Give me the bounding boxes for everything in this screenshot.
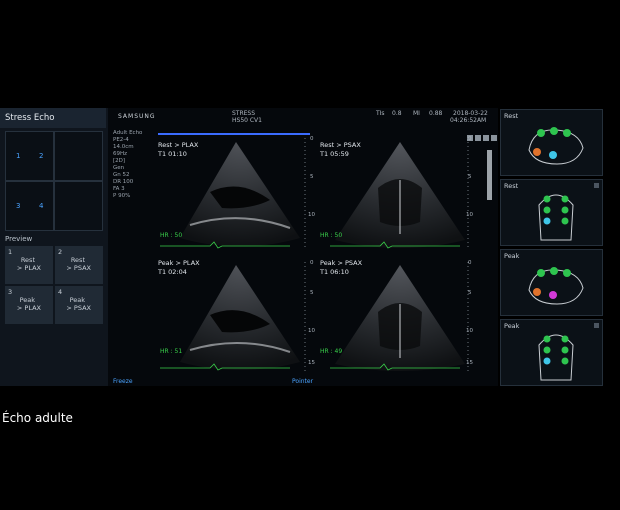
preview-item[interactable]: 4 Peak > PSAX bbox=[55, 286, 103, 324]
layout-quad-1[interactable]: 1 2 bbox=[5, 131, 54, 181]
heart-rate: HR : 50 bbox=[320, 232, 343, 239]
grayscale-bar bbox=[487, 150, 492, 200]
info-line: 14.0cm bbox=[113, 144, 134, 150]
caption: Écho adulte bbox=[2, 411, 73, 425]
exam-type: STRESS bbox=[232, 110, 256, 117]
info-line: P 90% bbox=[113, 193, 131, 199]
system-model: HS50 CV1 bbox=[232, 117, 262, 124]
view-name: Peak > PLAX bbox=[158, 259, 200, 267]
mi-value: 0.88 bbox=[429, 110, 443, 117]
depth-label: 5 bbox=[310, 290, 314, 296]
preview-item-line1: Rest bbox=[70, 256, 85, 264]
view-name: Peak > PSAX bbox=[320, 259, 363, 267]
depth-label: 10 bbox=[308, 212, 315, 218]
view-timer: T1 06:10 bbox=[320, 268, 349, 276]
pointer-button[interactable]: Pointer bbox=[292, 378, 313, 385]
mode-title: Stress Echo bbox=[0, 108, 106, 128]
info-line: PE2-4 bbox=[113, 137, 129, 143]
preview-item-number: 1 bbox=[8, 248, 13, 256]
info-line: [2D] bbox=[113, 158, 126, 164]
info-line: FA 3 bbox=[113, 186, 125, 192]
depth-label: 15 bbox=[466, 360, 473, 366]
view-name: Rest > PLAX bbox=[158, 141, 199, 149]
layout-quad-3[interactable]: 3 4 bbox=[5, 181, 54, 231]
segment-card-title: Rest bbox=[504, 182, 519, 190]
view-label: Peak > PLAX T1 02:04 bbox=[158, 259, 200, 277]
preview-item[interactable]: 2 Rest > PSAX bbox=[55, 246, 103, 284]
segment-card-rest-a4c[interactable]: Rest bbox=[500, 179, 603, 246]
brand-logo: SAMSUNG bbox=[118, 113, 156, 120]
info-line: Gen bbox=[113, 165, 125, 171]
freeze-button[interactable]: Freeze bbox=[113, 378, 133, 385]
view-timer: T1 01:10 bbox=[158, 150, 187, 158]
preview-item-line2: > PSAX bbox=[66, 264, 91, 272]
preview-label: Preview bbox=[5, 235, 33, 243]
preview-item-line1: Peak bbox=[19, 296, 35, 304]
depth-label: 5 bbox=[468, 174, 472, 180]
view-timer: T1 02:04 bbox=[158, 268, 187, 276]
info-line: Adult Echo bbox=[113, 130, 143, 136]
preview-item-line2: > PSAX bbox=[66, 304, 91, 312]
info-line: Gn 52 bbox=[113, 172, 130, 178]
preview-item[interactable]: 3 Peak > PLAX bbox=[5, 286, 53, 324]
preview-item-number: 4 bbox=[58, 288, 63, 296]
info-line: DR 100 bbox=[113, 179, 134, 185]
view-label: Rest > PLAX T1 01:10 bbox=[158, 141, 198, 159]
bullseye-a4c-icon bbox=[538, 194, 574, 241]
view-label: Peak > PSAX T1 06:10 bbox=[320, 259, 362, 277]
depth-label: 5 bbox=[310, 174, 314, 180]
peak-plax-image[interactable] bbox=[180, 265, 300, 370]
preview-item-line1: Rest bbox=[20, 256, 35, 264]
view-label: Rest > PSAX T1 05:59 bbox=[320, 141, 361, 159]
tis-value: 0.8 bbox=[392, 110, 402, 117]
layout-number: 2 bbox=[39, 152, 44, 160]
depth-label: 0 bbox=[468, 260, 472, 266]
bullseye-psax-icon bbox=[528, 267, 584, 305]
segment-card-rest-psax[interactable]: Rest bbox=[500, 109, 603, 176]
layout-number: 1 bbox=[16, 152, 21, 160]
exam-time: 04:26:52AM bbox=[450, 117, 487, 124]
mi-label: MI bbox=[413, 110, 420, 117]
depth-label: 10 bbox=[466, 328, 473, 334]
preview-item-line2: > PLAX bbox=[16, 264, 41, 272]
preview-item-number: 3 bbox=[8, 288, 13, 296]
preview-item-line2: > PLAX bbox=[16, 304, 41, 312]
ultrasound-images[interactable] bbox=[150, 130, 495, 378]
view-timer: T1 05:59 bbox=[320, 150, 349, 158]
depth-label: 0 bbox=[468, 136, 472, 142]
acquisition-info: Adult Echo PE2-4 14.0cm 69Hz [2D] Gen Gn… bbox=[113, 130, 142, 200]
exam-date: 2018-03-22 bbox=[453, 110, 488, 117]
segment-card-peak-psax[interactable]: Peak bbox=[500, 249, 603, 316]
peak-psax-image[interactable] bbox=[335, 265, 465, 371]
layout-number: 3 bbox=[16, 202, 21, 210]
heart-rate: HR : 50 bbox=[160, 232, 183, 239]
depth-label: 10 bbox=[466, 212, 473, 218]
preview-item[interactable]: 1 Rest > PLAX bbox=[5, 246, 53, 284]
depth-label: 15 bbox=[308, 360, 315, 366]
card-menu-icon[interactable] bbox=[594, 323, 599, 328]
depth-label: 5 bbox=[468, 290, 472, 296]
depth-label: 0 bbox=[310, 136, 314, 142]
layout-quad-4[interactable] bbox=[54, 181, 103, 231]
depth-label: 10 bbox=[308, 328, 315, 334]
segment-card-title: Peak bbox=[504, 252, 520, 260]
info-line: 69Hz bbox=[113, 151, 128, 157]
segment-card-peak-a4c[interactable]: Peak bbox=[500, 319, 603, 386]
segment-card-title: Rest bbox=[504, 112, 519, 120]
bullseye-a4c-icon bbox=[538, 334, 574, 381]
layout-quad-2[interactable] bbox=[54, 131, 103, 181]
card-menu-icon[interactable] bbox=[594, 183, 599, 188]
layout-number: 4 bbox=[39, 202, 44, 210]
view-name: Rest > PSAX bbox=[320, 141, 361, 149]
bullseye-psax-icon bbox=[528, 127, 584, 165]
segment-card-title: Peak bbox=[504, 322, 520, 330]
heart-rate: HR : 51 bbox=[160, 348, 183, 355]
depth-label: 0 bbox=[310, 260, 314, 266]
tis-label: TIs bbox=[376, 110, 385, 117]
preview-item-number: 2 bbox=[58, 248, 63, 256]
heart-rate: HR : 49 bbox=[320, 348, 343, 355]
preview-item-line1: Peak bbox=[69, 296, 85, 304]
